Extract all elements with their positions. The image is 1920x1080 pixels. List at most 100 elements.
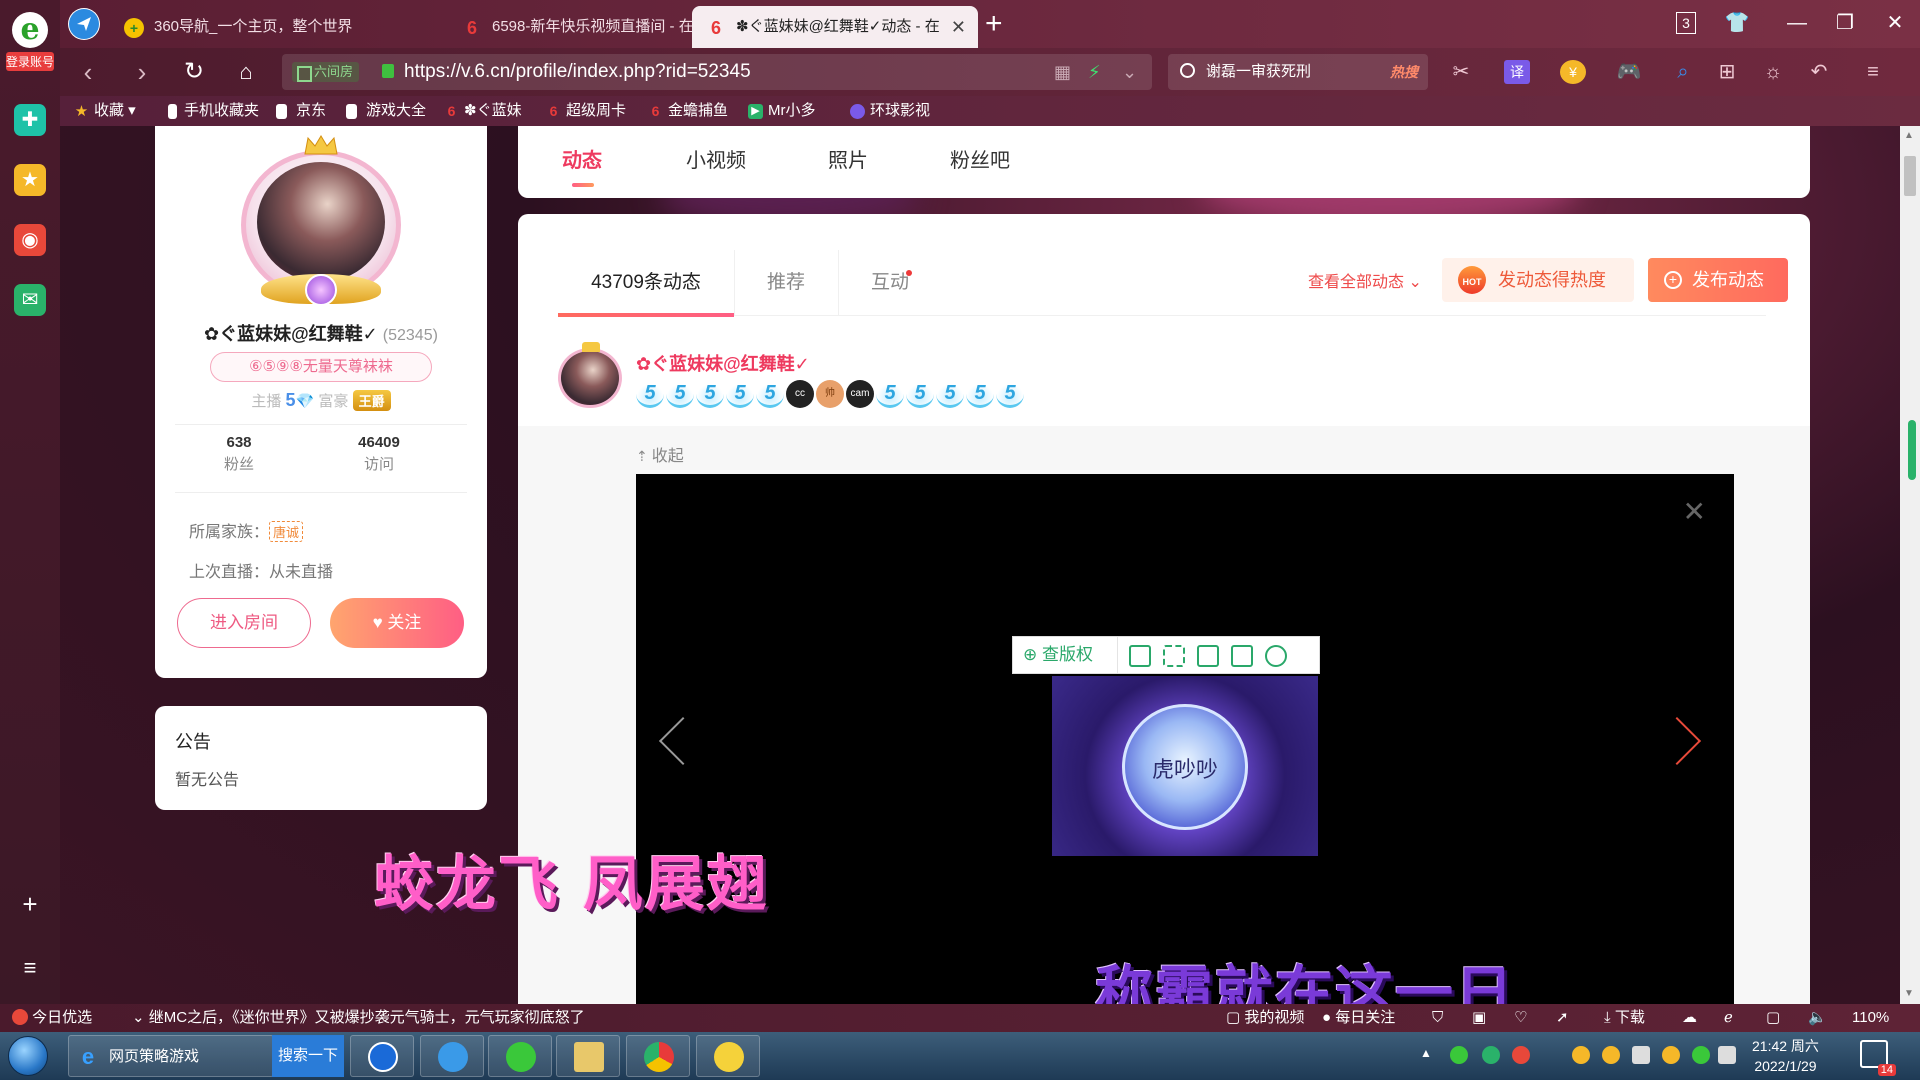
notification-center-icon[interactable]: 14: [1860, 1040, 1896, 1076]
rocket-icon[interactable]: ➚: [1556, 1004, 1569, 1032]
tray-qq-icon[interactable]: [1602, 1046, 1620, 1064]
fans-stat[interactable]: 638 粉丝: [189, 434, 289, 474]
image-icon[interactable]: ▣: [1472, 1004, 1486, 1032]
previous-arrow-icon[interactable]: [658, 716, 708, 766]
taskbar-app-chrome[interactable]: [626, 1035, 690, 1077]
share-icon[interactable]: [1231, 645, 1253, 667]
tray-360-icon[interactable]: [1692, 1046, 1710, 1064]
tab-photos[interactable]: 照片: [828, 144, 868, 173]
taskbar-search-button[interactable]: 搜索一下: [272, 1035, 344, 1077]
my-video-button[interactable]: ▢ 我的视频: [1226, 1004, 1304, 1032]
tab-short-videos[interactable]: 小视频: [686, 144, 746, 173]
volume-icon[interactable]: 🔈: [1808, 1004, 1827, 1032]
news-headline[interactable]: ⌄ 继MC之后，《迷你世界》又被爆抄袭元气骑士，元气玩家彻底怒了: [132, 1004, 585, 1032]
tray-volume-icon[interactable]: [1718, 1046, 1736, 1064]
tab-dynamics[interactable]: 动态: [562, 144, 602, 187]
bookmark-global-video[interactable]: 环球影视: [850, 96, 930, 126]
tray-qq-icon[interactable]: [1662, 1046, 1680, 1064]
collapse-button[interactable]: ⇡ 收起: [636, 442, 684, 466]
sidebar-app-icon-1[interactable]: ✚: [14, 104, 46, 136]
site-security-label[interactable]: 六间房: [292, 62, 360, 82]
url-dropdown-icon[interactable]: ⌄: [1122, 60, 1137, 84]
zoom-level[interactable]: 110%: [1852, 1004, 1889, 1032]
media-thumbnail[interactable]: 虎吵吵: [1052, 676, 1318, 856]
bookmark-jd[interactable]: 京东: [276, 96, 326, 126]
heartbeat-icon[interactable]: ♡: [1514, 1004, 1527, 1032]
hot-search-badge[interactable]: 热搜: [1390, 62, 1418, 82]
page-scrollbar[interactable]: ▲ ▼: [1900, 126, 1920, 1004]
close-window-button[interactable]: ✕: [1880, 8, 1910, 38]
scrollbar-thumb[interactable]: [1904, 156, 1916, 196]
profile-avatar[interactable]: [241, 134, 401, 314]
sidebar-mail-icon[interactable]: ✉: [14, 284, 46, 316]
post-author-name[interactable]: ✿ぐ蓝妹妹@红舞鞋✓: [636, 350, 810, 376]
sidebar-add-icon[interactable]: +: [14, 888, 46, 920]
taskbar-app-game[interactable]: [696, 1035, 760, 1077]
viewer-close-icon[interactable]: ✕: [1683, 498, 1706, 526]
gamepad-icon[interactable]: 🎮: [1616, 60, 1642, 84]
view-all-dropdown[interactable]: 查看全部动态 ⌄: [1308, 250, 1422, 316]
sidebar-favorite-star-icon[interactable]: ★: [14, 164, 46, 196]
tab-close-icon[interactable]: ✕: [951, 6, 966, 48]
taskbar-clock[interactable]: 21:42 周六 2022/1/29: [1752, 1036, 1819, 1076]
fullscreen-icon[interactable]: [1163, 645, 1185, 667]
today-pick[interactable]: 今日优选: [12, 1004, 92, 1032]
publish-post-button[interactable]: + 发布动态: [1648, 258, 1788, 302]
next-arrow-icon[interactable]: [1652, 716, 1702, 766]
save-icon[interactable]: [1197, 645, 1219, 667]
feed-tab-recommended[interactable]: 推荐: [734, 250, 838, 316]
browser-logo[interactable]: e 登录账号: [6, 12, 54, 72]
brightness-icon[interactable]: ☼: [1760, 60, 1786, 84]
menu-icon[interactable]: ≡: [1860, 60, 1886, 84]
minimize-button[interactable]: —: [1782, 8, 1812, 38]
skin-shirt-icon[interactable]: 👕: [1722, 8, 1752, 38]
magnifier-icon[interactable]: ⌕: [1670, 60, 1696, 84]
taskbar-app-explorer[interactable]: [556, 1035, 620, 1077]
tab-profile-active[interactable]: 6 ✽ぐ蓝妹妹@红舞鞋✓动态 - 在 ✕: [692, 6, 978, 48]
daily-follow-button[interactable]: ● 每日关注: [1322, 1004, 1395, 1032]
bookmark-fishing[interactable]: 6 金蟾捕鱼: [648, 96, 728, 126]
bookmark-lanmei[interactable]: 6 ✽ぐ蓝妹: [444, 96, 522, 126]
scissors-icon[interactable]: ✂: [1448, 60, 1474, 84]
scroll-down-arrow-icon[interactable]: ▼: [1904, 988, 1914, 999]
tray-app-icon[interactable]: [1512, 1046, 1530, 1064]
tray-expand-icon[interactable]: ▲: [1420, 1046, 1432, 1060]
coin-icon[interactable]: ¥: [1560, 60, 1586, 84]
undo-icon[interactable]: ↶: [1806, 60, 1832, 84]
send-arrow-icon[interactable]: [68, 8, 100, 40]
lightning-icon[interactable]: ⚡: [1088, 60, 1101, 84]
feed-tab-interaction[interactable]: 互动: [838, 250, 942, 316]
taskbar-app-k[interactable]: [350, 1035, 414, 1077]
translate-icon[interactable]: 译: [1504, 60, 1530, 84]
taskbar-browser-task[interactable]: e 网页策略游戏: [68, 1035, 274, 1077]
bookmark-mobile[interactable]: 手机收藏夹: [164, 96, 259, 126]
tab-count-badge[interactable]: 3: [1676, 12, 1696, 34]
bookmark-mr-xiaoduo[interactable]: ▶ Mr小多: [748, 96, 816, 126]
reload-button[interactable]: ↻: [178, 56, 210, 88]
side-scroll-indicator[interactable]: [1908, 420, 1916, 480]
url-field[interactable]: 六间房 https://v.6.cn/profile/index.php?rid…: [282, 54, 1152, 90]
search-box[interactable]: 谢磊一审获死刑 热搜: [1168, 54, 1428, 90]
boost-heat-button[interactable]: HOT 发动态得热度: [1442, 258, 1634, 302]
feed-tab-all-posts[interactable]: 43709条动态: [558, 250, 734, 317]
screen-icon[interactable]: [1129, 645, 1151, 667]
tray-qq-icon[interactable]: [1572, 1046, 1590, 1064]
family-badge[interactable]: 唐诚: [269, 521, 304, 542]
window-icon[interactable]: ▢: [1766, 1004, 1780, 1032]
new-tab-button[interactable]: +: [985, 4, 1003, 44]
settings-gear-icon[interactable]: [1265, 645, 1287, 667]
restore-button[interactable]: ❐: [1830, 8, 1860, 38]
bookmark-favorites[interactable]: ★ 收藏 ▾: [74, 96, 136, 126]
bookmark-games[interactable]: 游戏大全: [346, 96, 426, 126]
shield-icon[interactable]: ⛉: [1432, 1004, 1443, 1032]
url-text[interactable]: https://v.6.cn/profile/index.php?rid=523…: [404, 54, 751, 90]
post-author-avatar[interactable]: [558, 342, 624, 412]
ie-compat-icon[interactable]: ℯ: [1724, 1004, 1733, 1032]
cloud-icon[interactable]: ☁: [1682, 1004, 1697, 1032]
copyright-check-button[interactable]: ⊕ 查版权: [1023, 637, 1093, 673]
follow-button[interactable]: ♥ 关注: [330, 598, 464, 648]
taskbar-app-360[interactable]: [488, 1035, 552, 1077]
download-button[interactable]: ⤓ 下载: [1604, 1004, 1645, 1032]
sidebar-weibo-icon[interactable]: ◉: [14, 224, 46, 256]
tray-monitor-icon[interactable]: [1632, 1046, 1650, 1064]
